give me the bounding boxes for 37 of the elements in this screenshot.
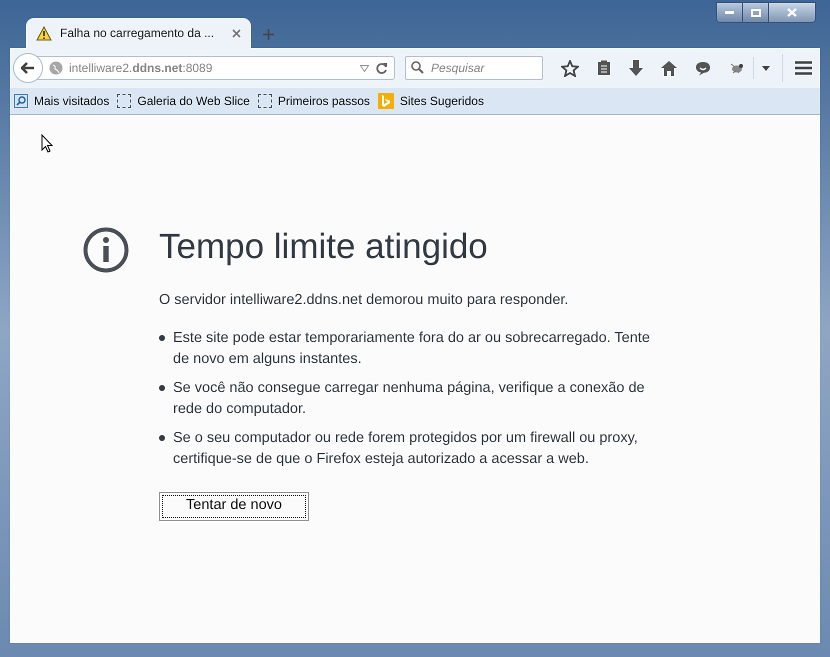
maximize-icon [750, 8, 760, 16]
tab-title: Falha no carregamento da ... [60, 25, 214, 42]
bing-icon [378, 93, 394, 109]
info-icon [83, 227, 129, 273]
clipboard-icon[interactable] [597, 60, 611, 76]
bookmark-link[interactable]: Sites Sugeridos [400, 92, 484, 110]
maximize-button[interactable] [743, 3, 769, 22]
retry-button[interactable]: Tentar de novo [159, 492, 309, 521]
reload-icon[interactable] [375, 62, 388, 74]
chat-bubble-icon[interactable] [695, 60, 711, 76]
search-field[interactable]: Pesquisar [405, 56, 543, 80]
download-arrow-icon[interactable] [629, 60, 643, 76]
dashed-square-icon [258, 94, 272, 108]
error-hint: Se você não consegue carregar nenhuma página, verifique a conexão de rede do computador. [173, 378, 646, 419]
search-page-icon [14, 94, 28, 108]
error-title: Tempo limite atingido [159, 226, 489, 268]
back-button[interactable] [13, 53, 43, 83]
dashed-square-icon [117, 94, 132, 108]
dropdown-icon[interactable] [360, 64, 369, 72]
bookmark-link[interactable]: Mais visitados [34, 92, 110, 110]
caret-icon[interactable] [762, 66, 770, 70]
browser-tab[interactable]: Falha no carregamento da ... [26, 18, 251, 48]
minimize-icon [725, 11, 734, 14]
close-icon [787, 8, 797, 17]
bookmark-link[interactable]: Primeiros passos [278, 92, 370, 110]
menu-icon[interactable] [795, 61, 812, 75]
error-message: O servidor intelliware2.ddns.net demorou muito para responder. [159, 291, 570, 310]
star-icon[interactable] [561, 60, 579, 76]
back-arrow-icon [21, 62, 35, 74]
close-icon[interactable] [232, 28, 241, 38]
error-hint: Este site pode estar temporariamente fora do ar ou sobrecarregado. Tente de novo em alguns instantes. [173, 328, 651, 369]
home-icon[interactable] [661, 60, 677, 76]
minimize-button[interactable] [717, 3, 743, 22]
cursor-icon [41, 134, 53, 153]
bookmark-link[interactable]: Galeria do Web Slice [137, 92, 250, 110]
error-hint: Se o seu computador ou rede forem protegidos por um firewall ou proxy, certifique-se de que o Firefox esteja autorizado a acessar a web. [173, 428, 639, 469]
warning-icon [36, 26, 52, 40]
